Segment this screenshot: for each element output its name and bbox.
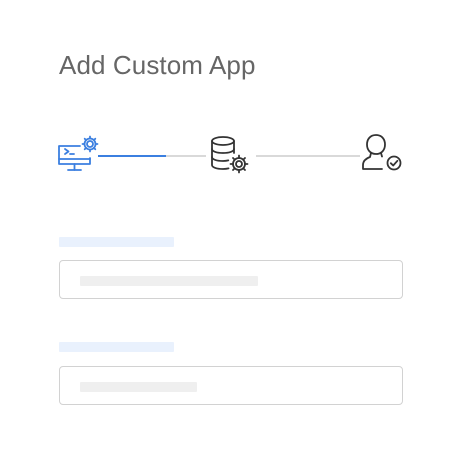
- connector-pending-1: [166, 155, 206, 157]
- user-check-icon[interactable]: [360, 131, 410, 177]
- field-1-label: [59, 237, 174, 247]
- monitor-gear-icon[interactable]: [56, 134, 106, 180]
- add-custom-app-page: Add Custom App: [0, 0, 474, 474]
- connector-completed: [98, 155, 166, 157]
- field-2-input[interactable]: [59, 366, 403, 405]
- database-gear-svg: [211, 136, 249, 174]
- field-2-placeholder: [80, 382, 197, 392]
- database-gear-icon[interactable]: [208, 134, 258, 180]
- field-1-placeholder: [80, 276, 258, 286]
- field-1-input[interactable]: [59, 260, 403, 299]
- monitor-gear-svg: [58, 135, 99, 171]
- user-check-svg: [362, 134, 402, 171]
- connector-pending-2: [256, 155, 360, 157]
- field-2-label: [59, 342, 174, 352]
